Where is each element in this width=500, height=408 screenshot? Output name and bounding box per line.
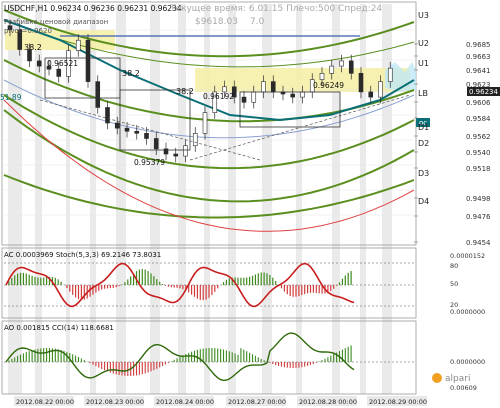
balance-suffix: 7.0: [250, 17, 265, 27]
time-label: 2012.08.27 00:00: [228, 398, 286, 406]
session-band: [90, 4, 96, 394]
candle-body: [144, 133, 149, 139]
alpari-logo-text: alpari: [445, 374, 470, 384]
balance-value: $9618.03: [195, 17, 238, 27]
fib-label-1: 38.2: [24, 43, 42, 52]
level-label-u3: U3: [418, 11, 429, 20]
price-tick-label: 0.9540: [466, 149, 491, 157]
diapason-line1: Разбивка ценовой диапазон: [4, 18, 108, 26]
candle-body: [153, 138, 159, 150]
candle-body: [329, 65, 335, 74]
price-tick-label: 0.9498: [466, 195, 491, 203]
candle-body: [192, 133, 198, 147]
level-label-lb: LB: [418, 89, 428, 98]
candle-body: [56, 68, 62, 77]
time-label: 2012.08.23 00:00: [86, 398, 144, 406]
level-label-d1: D1: [418, 123, 429, 132]
candle-body: [241, 96, 247, 103]
candle-body: [134, 130, 140, 134]
session-band: [228, 4, 236, 394]
session-band: [150, 4, 160, 394]
overlay-line: Текущее время: 6.01.15 Плечо:500 Спред:2…: [169, 4, 382, 14]
candle-body: [105, 107, 110, 124]
left-level-label: 51.89: [0, 93, 22, 102]
chart-canvas[interactable]: USDCHF,H1 0.96234 0.96236 0.96231 0.9623…: [0, 0, 500, 408]
session-band: [360, 4, 366, 394]
candle-body: [387, 67, 393, 82]
time-label: 2012.08.29 00:00: [369, 398, 427, 406]
candle-body: [202, 112, 208, 134]
candle-body: [183, 145, 188, 157]
level-label-u1: U1: [418, 59, 429, 68]
candle-body: [114, 122, 120, 129]
candle-body: [339, 60, 344, 67]
ao-header: AO 0.001815 CCI(14) 118.6681: [4, 324, 114, 332]
fib-label-3: 38.2: [176, 87, 194, 96]
ac-header: AC 0.0003969 Stoch(5,3,3) 69.2146 73.803…: [4, 251, 161, 259]
price-tick-label: 0.9454: [466, 239, 491, 247]
price-tick-label: 0.9518: [466, 165, 491, 173]
price-tick-label: 0.9606: [466, 99, 491, 107]
price-tick-label: 0.9476: [466, 213, 491, 221]
candle-body: [300, 91, 305, 98]
ac-scale-label: 0.0000000: [450, 308, 485, 316]
ac-scale-label: 50: [450, 280, 458, 288]
ao-scale-label: 0.00609: [450, 384, 477, 392]
candle-body: [378, 81, 383, 98]
candle-body: [173, 153, 179, 157]
ac-scale-label: 0.0000152: [450, 252, 485, 260]
candle-body: [319, 73, 325, 80]
candle-body: [358, 73, 364, 93]
diapason-line2: pivot=0.9620: [4, 27, 52, 35]
price-tick-label: 0.9562: [466, 133, 491, 141]
candle-body: [124, 127, 130, 132]
candle-body: [270, 81, 276, 93]
alpari-logo-icon: [432, 373, 442, 383]
level-label-u2: U2: [418, 39, 429, 48]
price-tag-4: 0.95379: [134, 158, 165, 167]
candle-body: [75, 39, 81, 51]
price-tag-1: 0.96521: [47, 59, 78, 68]
candle-body: [290, 93, 296, 98]
price-tick-label: 0.9584: [466, 115, 491, 123]
session-band: [332, 4, 340, 394]
session-band: [178, 4, 186, 394]
candle-body: [95, 81, 101, 108]
level-label-d2: D2: [418, 139, 429, 148]
time-label: 2012.08.28 00:00: [299, 398, 357, 406]
ao-scale-label: 0.0000000: [450, 358, 485, 366]
price-tick-label: 0.9663: [466, 53, 491, 61]
candle-body: [261, 81, 266, 93]
time-label: 2012.08.24 00:00: [156, 398, 214, 406]
price-tag-2: 0.96192: [203, 92, 234, 101]
price-tick-label: 0.9641: [466, 67, 491, 75]
candle-body: [251, 91, 257, 103]
current-price-label: 0.96234: [469, 88, 498, 96]
candle-body: [368, 91, 374, 98]
level-label-d3: D3: [418, 169, 429, 178]
time-label: 2012.08.22 00:00: [16, 398, 74, 406]
symbol-line: USDCHF,H1 0.96234 0.96236 0.96231 0.9623…: [4, 4, 182, 13]
candle-body: [348, 60, 354, 74]
candle-body: [36, 60, 42, 67]
candle-body: [85, 39, 91, 82]
price-tick-label: 0.9685: [466, 41, 491, 49]
level-label-d4: D4: [418, 197, 429, 206]
session-band: [116, 4, 126, 394]
trading-chart-window: USDCHF,H1 0.96234 0.96236 0.96231 0.9623…: [0, 0, 500, 408]
ac-scale-label: 80: [450, 262, 458, 270]
fib-label-2: 38.2: [122, 69, 140, 78]
price-tag-3: 0.96249: [313, 81, 344, 90]
